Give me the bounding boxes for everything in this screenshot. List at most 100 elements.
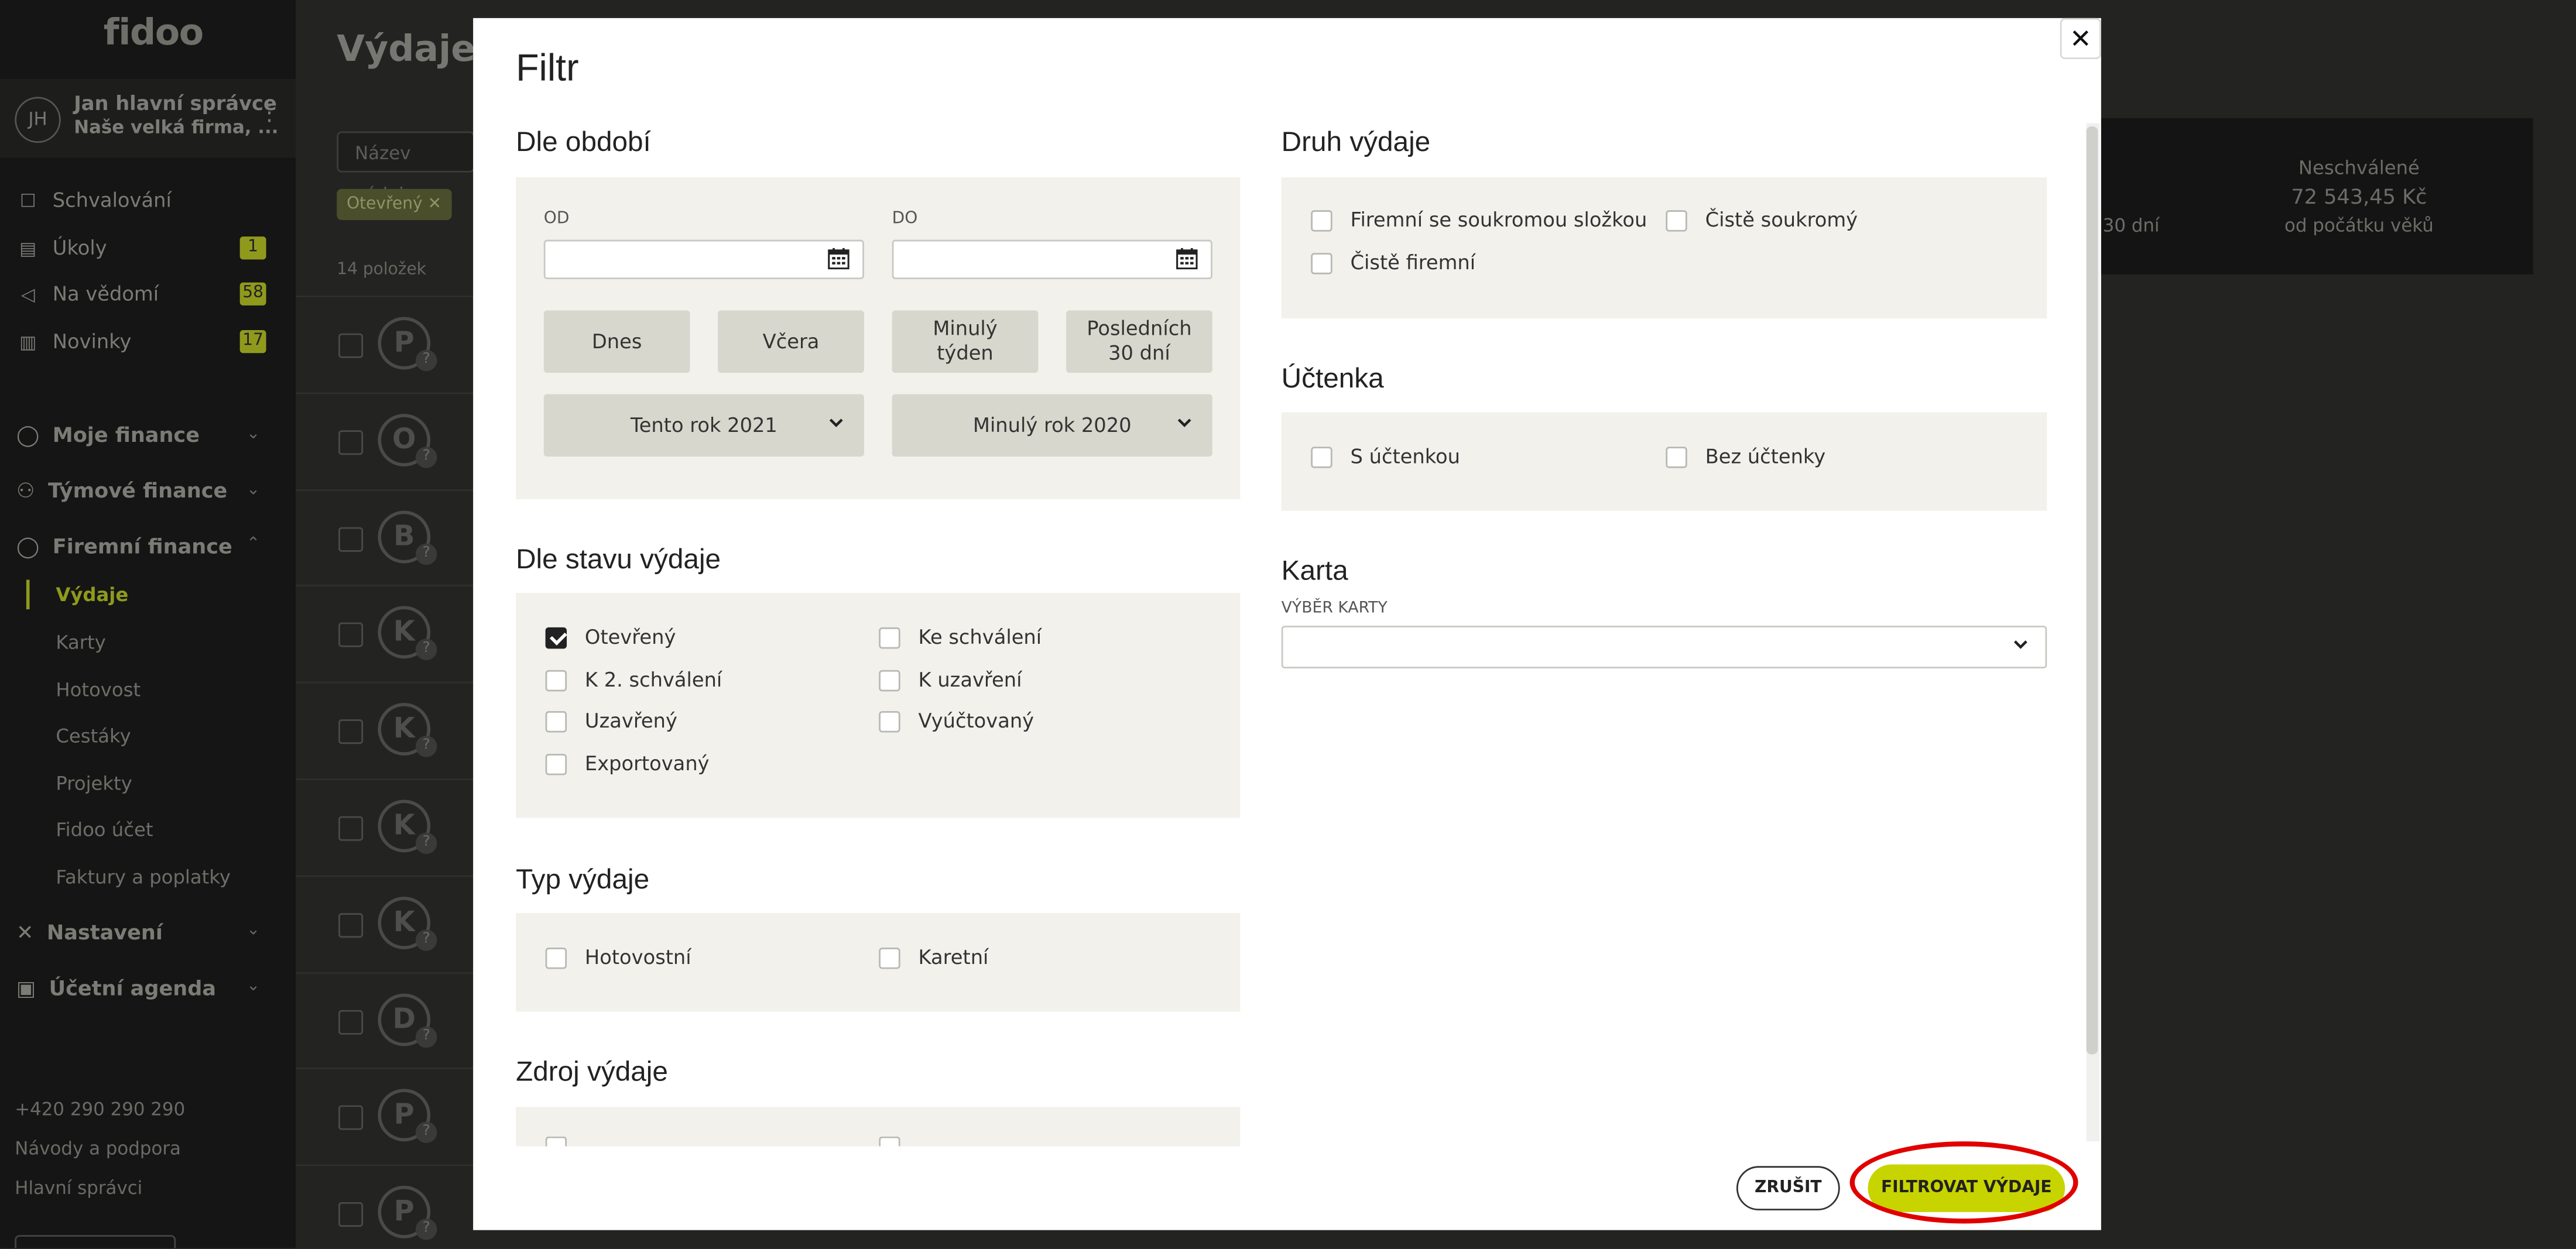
table-row[interactable]: P? <box>296 1068 477 1165</box>
row-checkbox[interactable] <box>338 816 364 841</box>
close-icon[interactable]: ✕ <box>428 195 442 214</box>
sidebar-item-travel[interactable]: Cestáky <box>56 724 131 747</box>
chevron-down-icon[interactable]: ⌄ <box>246 481 261 499</box>
checkbox[interactable] <box>879 710 900 732</box>
table-row[interactable]: B? <box>296 489 477 586</box>
table-row[interactable]: O? <box>296 392 477 489</box>
kind-company-private-checkbox[interactable]: Firemní se soukromou složkou <box>1311 208 1647 232</box>
close-button[interactable]: ✕ <box>2060 18 2101 60</box>
status-open-checkbox[interactable]: Otevřený <box>545 626 676 648</box>
status-closed-checkbox[interactable]: Uzavřený <box>545 709 677 732</box>
row-checkbox[interactable] <box>338 1106 364 1131</box>
type-card-checkbox[interactable]: Karetní <box>879 946 988 969</box>
receipt-with-checkbox[interactable]: S účtenkou <box>1311 445 1460 468</box>
filter-chip[interactable]: Otevřený ✕ <box>337 188 451 221</box>
checkbox[interactable] <box>545 669 567 691</box>
sidebar-section-settings[interactable]: ✕ Nastavení <box>16 919 163 944</box>
row-checkbox[interactable] <box>338 526 364 551</box>
checkbox[interactable] <box>879 626 900 648</box>
cancel-button[interactable]: ZRUŠIT <box>1736 1166 1840 1211</box>
admins-link[interactable]: Hlavní správci <box>15 1178 142 1199</box>
footer-button[interactable] <box>15 1235 176 1248</box>
calendar-icon[interactable] <box>1176 248 1198 270</box>
checkbox-checked[interactable] <box>545 626 567 648</box>
checkbox[interactable] <box>1311 252 1332 274</box>
receipt-without-checkbox[interactable]: Bez účtenky <box>1666 445 1825 468</box>
table-row[interactable]: P? <box>296 296 477 393</box>
checkbox[interactable] <box>879 946 900 969</box>
checkbox-label: Bez účtenky <box>1705 445 1826 468</box>
sidebar-item-approvals[interactable]: ☐ Schvalování <box>16 189 172 212</box>
sidebar-item-news[interactable]: ▥ Novinky <box>16 330 131 353</box>
date-to-input[interactable] <box>892 239 1212 280</box>
checkbox[interactable] <box>1666 445 1687 468</box>
sidebar-item-notices[interactable]: ◁ Na vědomí <box>16 283 159 306</box>
support-phone[interactable]: +420 290 290 290 <box>15 1099 185 1120</box>
calendar-icon[interactable] <box>828 248 849 270</box>
checkbox[interactable] <box>1666 209 1687 231</box>
sidebar-item-cards[interactable]: Karty <box>56 631 105 654</box>
this-year-dropdown[interactable]: Tento rok 2021 <box>543 394 864 457</box>
checkbox[interactable] <box>545 1136 567 1147</box>
row-checkbox[interactable] <box>338 333 364 358</box>
status-second-approval-checkbox[interactable]: K 2. schválení <box>545 668 722 691</box>
question-icon: ? <box>415 446 437 468</box>
search-input[interactable]: Název výdaje n <box>337 131 475 205</box>
row-checkbox[interactable] <box>338 1009 364 1034</box>
checkbox[interactable] <box>545 710 567 732</box>
chevron-down-icon[interactable]: ⌄ <box>246 977 261 996</box>
checkbox[interactable] <box>1311 445 1332 468</box>
date-from-input[interactable] <box>543 239 864 280</box>
last-year-dropdown[interactable]: Minulý rok 2020 <box>892 394 1212 457</box>
table-row[interactable]: K? <box>296 682 477 779</box>
status-exported-checkbox[interactable]: Exportovaný <box>545 752 710 775</box>
sidebar-item-fidoo-account[interactable]: Fidoo účet <box>56 818 153 840</box>
sidebar-section-accounting[interactable]: ▣ Účetní agenda <box>16 976 216 1000</box>
yesterday-button[interactable]: Včera <box>718 310 864 373</box>
table-row[interactable]: K? <box>296 875 477 972</box>
table-row[interactable]: P? <box>296 1164 477 1248</box>
more-menu-icon[interactable]: ⋮ <box>258 102 281 125</box>
checkbox[interactable] <box>879 669 900 691</box>
kind-company-checkbox[interactable]: Čistě firemní <box>1311 251 1475 274</box>
row-checkbox[interactable] <box>338 719 364 744</box>
chevron-up-icon[interactable]: ⌃ <box>246 536 261 554</box>
last-week-button[interactable]: Minulý týden <box>892 310 1039 373</box>
table-row[interactable]: K? <box>296 585 477 682</box>
last-30-days-button[interactable]: Posledních 30 dní <box>1066 310 1212 373</box>
card-select[interactable] <box>1281 626 2047 669</box>
filter-expenses-button[interactable]: FILTROVAT VÝDAJE <box>1868 1164 2065 1212</box>
row-checkbox[interactable] <box>338 430 364 455</box>
type-cash-checkbox[interactable]: Hotovostní <box>545 946 691 969</box>
sidebar-item-tasks[interactable]: ▤ Úkoly <box>16 236 107 259</box>
row-checkbox[interactable] <box>338 912 364 938</box>
chevron-down-icon[interactable]: ⌄ <box>246 921 261 939</box>
row-checkbox[interactable] <box>338 1202 364 1227</box>
checkbox[interactable] <box>1311 209 1332 231</box>
sidebar-item-projects[interactable]: Projekty <box>56 772 132 795</box>
status-to-close-checkbox[interactable]: K uzavření <box>879 668 1022 691</box>
table-row[interactable]: K? <box>296 778 477 876</box>
row-checkbox[interactable] <box>338 623 364 648</box>
kind-private-checkbox[interactable]: Čistě soukromý <box>1666 208 1858 232</box>
sidebar-section-my-finance[interactable]: ◯ Moje finance <box>16 422 200 447</box>
question-icon: ? <box>415 1219 437 1241</box>
checkbox[interactable] <box>545 946 567 969</box>
table-row[interactable]: D? <box>296 972 477 1069</box>
today-button[interactable]: Dnes <box>543 310 690 373</box>
help-link[interactable]: Návody a podpora <box>15 1138 181 1159</box>
checkbox[interactable] <box>545 753 567 775</box>
checkbox[interactable] <box>879 1136 900 1147</box>
chevron-down-icon[interactable]: ⌄ <box>246 426 261 444</box>
sidebar-section-company-finance[interactable]: ◯ Firemní finance <box>16 534 232 558</box>
status-settled-checkbox[interactable]: Vyúčtovaný <box>879 709 1034 732</box>
settings-icon: ✕ <box>16 919 34 945</box>
sidebar-section-team-finance[interactable]: ⚇ Týmové finance <box>16 478 227 503</box>
checkbox-label: Firemní se soukromou složkou <box>1350 208 1647 232</box>
sidebar-item-invoices[interactable]: Faktury a poplatky <box>56 866 231 888</box>
scrollbar-thumb[interactable] <box>2086 126 2098 1055</box>
sidebar-item-cash[interactable]: Hotovost <box>56 678 141 701</box>
sidebar-item-expenses[interactable]: Výdaje <box>56 583 128 606</box>
chevron-down-icon <box>2013 640 2027 649</box>
status-to-approve-checkbox[interactable]: Ke schválení <box>879 626 1042 648</box>
